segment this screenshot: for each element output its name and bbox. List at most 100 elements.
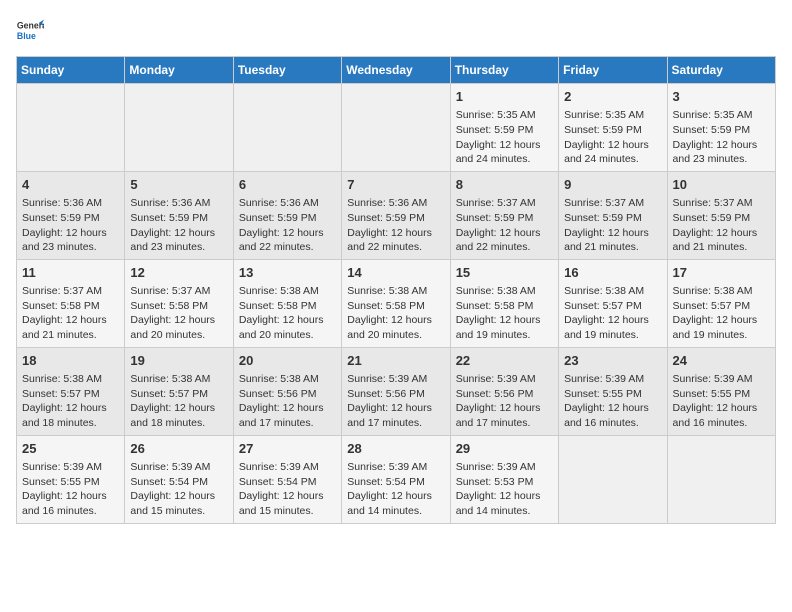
day-info: Sunrise: 5:38 AM	[564, 284, 661, 299]
calendar-cell: 1Sunrise: 5:35 AMSunset: 5:59 PMDaylight…	[450, 84, 558, 172]
week-row-4: 25Sunrise: 5:39 AMSunset: 5:55 PMDayligh…	[17, 435, 776, 523]
day-info: Sunset: 5:56 PM	[347, 387, 444, 402]
day-info: Sunrise: 5:38 AM	[673, 284, 770, 299]
day-info: Daylight: 12 hours	[130, 401, 227, 416]
day-number: 22	[456, 352, 553, 370]
calendar-cell: 2Sunrise: 5:35 AMSunset: 5:59 PMDaylight…	[559, 84, 667, 172]
day-info: Sunset: 5:58 PM	[130, 299, 227, 314]
calendar-cell: 20Sunrise: 5:38 AMSunset: 5:56 PMDayligh…	[233, 347, 341, 435]
day-info: Daylight: 12 hours	[239, 401, 336, 416]
day-info: Daylight: 12 hours	[673, 313, 770, 328]
day-info: Sunset: 5:54 PM	[130, 475, 227, 490]
day-number: 19	[130, 352, 227, 370]
day-info: Sunrise: 5:38 AM	[239, 284, 336, 299]
day-info: Sunrise: 5:36 AM	[22, 196, 119, 211]
day-info: Sunset: 5:58 PM	[456, 299, 553, 314]
day-number: 14	[347, 264, 444, 282]
day-number: 17	[673, 264, 770, 282]
calendar-cell	[559, 435, 667, 523]
calendar-table: SundayMondayTuesdayWednesdayThursdayFrid…	[16, 56, 776, 524]
day-info: and 22 minutes.	[456, 240, 553, 255]
calendar-cell	[667, 435, 775, 523]
day-info: Sunrise: 5:36 AM	[347, 196, 444, 211]
day-info: Daylight: 12 hours	[564, 313, 661, 328]
weekday-header-monday: Monday	[125, 57, 233, 84]
calendar-cell: 15Sunrise: 5:38 AMSunset: 5:58 PMDayligh…	[450, 259, 558, 347]
day-info: Sunrise: 5:37 AM	[22, 284, 119, 299]
calendar-cell	[233, 84, 341, 172]
day-info: and 23 minutes.	[130, 240, 227, 255]
day-info: Daylight: 12 hours	[130, 489, 227, 504]
week-row-1: 4Sunrise: 5:36 AMSunset: 5:59 PMDaylight…	[17, 171, 776, 259]
day-info: Daylight: 12 hours	[347, 401, 444, 416]
calendar-cell: 3Sunrise: 5:35 AMSunset: 5:59 PMDaylight…	[667, 84, 775, 172]
day-info: and 19 minutes.	[673, 328, 770, 343]
day-info: and 18 minutes.	[22, 416, 119, 431]
day-info: Daylight: 12 hours	[673, 138, 770, 153]
day-info: Sunrise: 5:39 AM	[130, 460, 227, 475]
day-number: 8	[456, 176, 553, 194]
calendar-cell: 17Sunrise: 5:38 AMSunset: 5:57 PMDayligh…	[667, 259, 775, 347]
day-info: Sunrise: 5:39 AM	[239, 460, 336, 475]
calendar-cell: 26Sunrise: 5:39 AMSunset: 5:54 PMDayligh…	[125, 435, 233, 523]
calendar-cell: 19Sunrise: 5:38 AMSunset: 5:57 PMDayligh…	[125, 347, 233, 435]
calendar-cell: 6Sunrise: 5:36 AMSunset: 5:59 PMDaylight…	[233, 171, 341, 259]
calendar-cell: 24Sunrise: 5:39 AMSunset: 5:55 PMDayligh…	[667, 347, 775, 435]
day-info: Sunrise: 5:35 AM	[564, 108, 661, 123]
day-info: and 15 minutes.	[130, 504, 227, 519]
day-info: Daylight: 12 hours	[130, 313, 227, 328]
day-info: Sunset: 5:59 PM	[673, 211, 770, 226]
day-info: and 17 minutes.	[239, 416, 336, 431]
weekday-header-row: SundayMondayTuesdayWednesdayThursdayFrid…	[17, 57, 776, 84]
calendar-cell: 23Sunrise: 5:39 AMSunset: 5:55 PMDayligh…	[559, 347, 667, 435]
day-info: and 14 minutes.	[456, 504, 553, 519]
day-number: 15	[456, 264, 553, 282]
day-info: Sunrise: 5:39 AM	[564, 372, 661, 387]
day-info: Daylight: 12 hours	[564, 226, 661, 241]
day-info: Sunrise: 5:39 AM	[456, 460, 553, 475]
day-info: and 17 minutes.	[456, 416, 553, 431]
day-info: Sunrise: 5:36 AM	[130, 196, 227, 211]
day-info: Sunset: 5:59 PM	[347, 211, 444, 226]
day-info: Sunset: 5:57 PM	[22, 387, 119, 402]
day-info: Daylight: 12 hours	[456, 489, 553, 504]
day-info: Daylight: 12 hours	[22, 489, 119, 504]
day-info: Daylight: 12 hours	[130, 226, 227, 241]
day-info: Sunrise: 5:37 AM	[673, 196, 770, 211]
day-info: Sunrise: 5:38 AM	[239, 372, 336, 387]
day-info: Sunset: 5:58 PM	[239, 299, 336, 314]
day-info: Sunset: 5:53 PM	[456, 475, 553, 490]
day-info: Daylight: 12 hours	[22, 313, 119, 328]
day-number: 18	[22, 352, 119, 370]
day-number: 5	[130, 176, 227, 194]
calendar-cell: 8Sunrise: 5:37 AMSunset: 5:59 PMDaylight…	[450, 171, 558, 259]
calendar-cell: 25Sunrise: 5:39 AMSunset: 5:55 PMDayligh…	[17, 435, 125, 523]
day-info: Sunset: 5:59 PM	[22, 211, 119, 226]
day-info: Daylight: 12 hours	[239, 313, 336, 328]
day-info: Sunrise: 5:37 AM	[130, 284, 227, 299]
day-number: 20	[239, 352, 336, 370]
calendar-cell: 7Sunrise: 5:36 AMSunset: 5:59 PMDaylight…	[342, 171, 450, 259]
calendar-cell: 11Sunrise: 5:37 AMSunset: 5:58 PMDayligh…	[17, 259, 125, 347]
weekday-header-saturday: Saturday	[667, 57, 775, 84]
day-number: 4	[22, 176, 119, 194]
day-number: 7	[347, 176, 444, 194]
day-number: 29	[456, 440, 553, 458]
day-number: 11	[22, 264, 119, 282]
logo: General Blue	[16, 16, 48, 44]
day-info: Sunset: 5:59 PM	[564, 211, 661, 226]
day-info: and 23 minutes.	[673, 152, 770, 167]
day-info: and 16 minutes.	[22, 504, 119, 519]
day-info: and 16 minutes.	[673, 416, 770, 431]
day-info: Daylight: 12 hours	[347, 489, 444, 504]
day-number: 13	[239, 264, 336, 282]
day-info: Daylight: 12 hours	[239, 226, 336, 241]
day-info: and 14 minutes.	[347, 504, 444, 519]
page-header: General Blue	[16, 16, 776, 44]
day-info: and 19 minutes.	[564, 328, 661, 343]
day-number: 6	[239, 176, 336, 194]
day-info: Sunrise: 5:38 AM	[347, 284, 444, 299]
svg-text:Blue: Blue	[17, 31, 36, 41]
day-info: and 24 minutes.	[564, 152, 661, 167]
calendar-cell: 5Sunrise: 5:36 AMSunset: 5:59 PMDaylight…	[125, 171, 233, 259]
